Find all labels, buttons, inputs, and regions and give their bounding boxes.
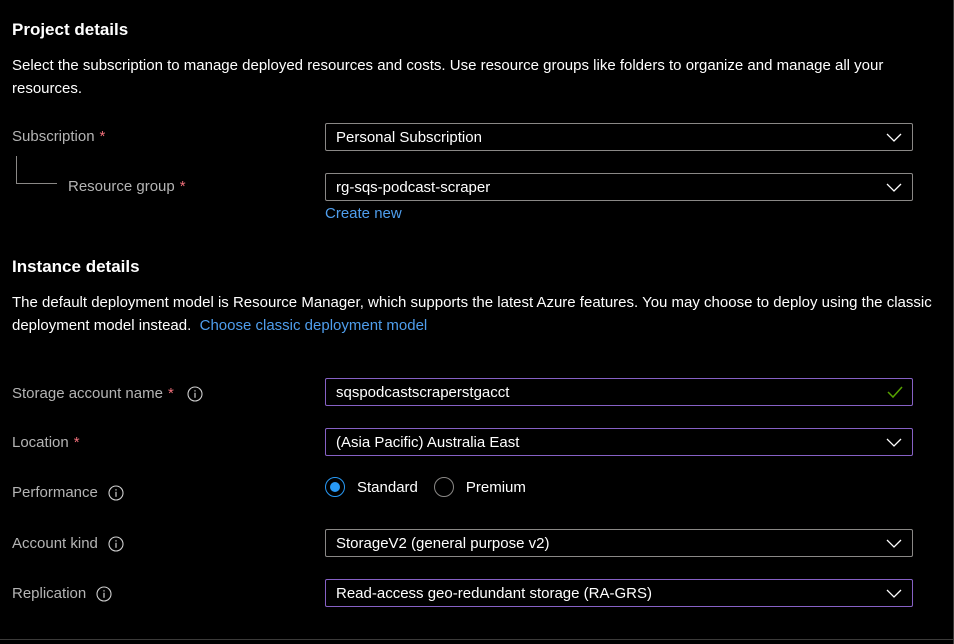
required-marker: * [167,385,174,402]
chevron-down-icon [886,183,902,192]
instance-details-description: The default deployment model is Resource… [12,291,932,337]
replication-dropdown[interactable]: Read-access geo-redundant storage (RA-GR… [325,579,913,607]
subscription-value: Personal Subscription [336,128,482,146]
performance-label: Performance [12,484,124,501]
radio-standard[interactable] [325,477,345,497]
required-marker: * [179,178,186,195]
required-marker: * [99,128,106,145]
account-kind-label-text: Account kind [12,535,98,552]
location-dropdown[interactable]: (Asia Pacific) Australia East [325,428,913,456]
required-marker: * [73,434,80,451]
radio-standard-label[interactable]: Standard [357,479,418,496]
performance-label-text: Performance [12,484,98,501]
bottom-divider [0,639,954,640]
storage-account-name-value: sqspodcastscraperstgacct [336,383,510,401]
chevron-down-icon [886,133,902,142]
create-new-link[interactable]: Create new [325,205,402,222]
account-kind-dropdown[interactable]: StorageV2 (general purpose v2) [325,529,913,557]
resource-group-value: rg-sqs-podcast-scraper [336,178,491,196]
storage-account-name-label: Storage account name * [12,385,203,402]
subscription-dropdown[interactable]: Personal Subscription [325,123,913,151]
resource-group-dropdown[interactable]: rg-sqs-podcast-scraper [325,173,913,201]
location-value: (Asia Pacific) Australia East [336,433,520,451]
checkmark-icon [887,386,903,399]
resource-group-label-text: Resource group [68,178,175,195]
subscription-label-text: Subscription [12,128,95,145]
info-icon[interactable] [108,535,124,552]
chevron-down-icon [886,438,902,447]
project-details-description: Select the subscription to manage deploy… [12,57,884,97]
resource-group-label: Resource group * [68,178,186,195]
replication-label-text: Replication [12,585,87,602]
info-icon[interactable] [108,484,124,501]
performance-radio-group: Standard Premium [325,477,542,497]
radio-premium[interactable] [433,477,454,497]
choose-classic-deployment-link[interactable]: Choose classic deployment model [200,317,428,334]
subscription-label: Subscription * [12,128,105,145]
tree-connector-horizontal [16,183,57,184]
replication-label: Replication [12,585,112,602]
tree-connector-vertical [16,156,17,183]
storage-account-name-label-text: Storage account name [12,385,163,402]
chevron-down-icon [886,539,902,548]
storage-account-name-input[interactable]: sqspodcastscraperstgacct [325,378,913,406]
location-label: Location * [12,434,80,451]
replication-value: Read-access geo-redundant storage (RA-GR… [336,584,652,602]
instance-details-description-text: The default deployment model is Resource… [12,294,932,334]
instance-details-heading: Instance details [12,257,140,276]
location-label-text: Location [12,434,69,451]
project-details-heading: Project details [12,20,129,39]
info-icon[interactable] [187,385,203,402]
radio-premium-label[interactable]: Premium [466,479,526,496]
chevron-down-icon [886,589,902,598]
account-kind-value: StorageV2 (general purpose v2) [336,534,550,552]
account-kind-label: Account kind [12,535,124,552]
info-icon[interactable] [96,585,112,602]
